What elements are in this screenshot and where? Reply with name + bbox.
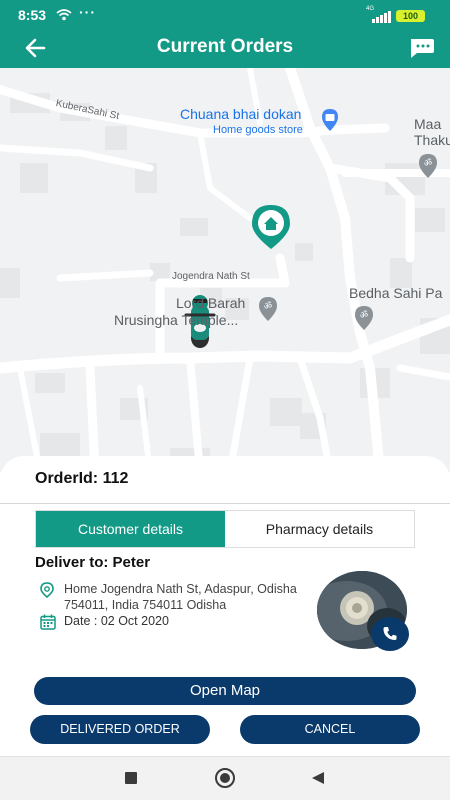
back-button[interactable] (22, 34, 50, 62)
system-nav-bar (0, 756, 450, 800)
tab-pharmacy-details[interactable]: Pharmacy details (225, 511, 414, 547)
arrow-left-icon (25, 38, 46, 58)
map-label-maa-line2: Thaku (414, 132, 450, 148)
order-date: Date : 02 Oct 2020 (64, 614, 169, 628)
map-label-bedha: Bedha Sahi Pa (349, 285, 443, 301)
app-bar: Current Orders (0, 30, 450, 68)
signal-icon (372, 10, 392, 28)
map-label-maa-line1: Maa (414, 116, 442, 132)
screen: 8:53 ··· 4G 100 Current Orders ॐ ॐ ॐ Kub… (0, 0, 450, 800)
status-bar: 8:53 ··· 4G 100 (0, 0, 450, 30)
battery-icon: 100 (396, 10, 425, 22)
svg-text:ॐ: ॐ (264, 301, 272, 312)
delivered-order-button[interactable]: DELIVERED ORDER (30, 715, 210, 744)
details-tabs: Customer details Pharmacy details (35, 510, 415, 548)
notification-dots: ··· (79, 4, 96, 20)
wifi-icon (56, 8, 72, 26)
tab-customer-details[interactable]: Customer details (36, 511, 225, 547)
status-time: 8:53 (18, 7, 47, 23)
map-label-store-type: Home goods store (213, 124, 303, 136)
chat-button[interactable] (407, 36, 435, 60)
svg-text:ॐ: ॐ (360, 310, 368, 321)
order-id: OrderId: 112 (35, 470, 129, 487)
deliver-to: Deliver to: Peter (35, 554, 151, 571)
call-button[interactable] (371, 617, 409, 651)
map-label-temple-line2: Nrusingha Temple... (114, 312, 239, 328)
location-pin-icon (40, 582, 54, 603)
open-map-button[interactable]: Open Map (34, 677, 416, 705)
order-details-sheet: OrderId: 112 Customer details Pharmacy d… (0, 456, 450, 756)
phone-icon (383, 627, 397, 640)
map-view[interactable]: ॐ ॐ ॐ KuberaSahi St Chuana bhai dokan Ho… (0, 68, 450, 472)
calendar-icon (40, 614, 56, 635)
svg-text:ॐ: ॐ (424, 158, 432, 169)
map-label-temple-line1: Lord Barah (176, 295, 246, 311)
chat-bubble-icon (411, 39, 434, 58)
cancel-button[interactable]: CANCEL (240, 715, 420, 744)
home-icon[interactable] (215, 768, 235, 788)
divider (0, 503, 450, 504)
map-label-store-name: Chuana bhai dokan (180, 106, 302, 122)
page-title: Current Orders (156, 36, 294, 57)
delivery-address: Home Jogendra Nath St, Adaspur, Odisha 7… (64, 582, 297, 612)
home-pin-icon (252, 205, 290, 249)
recent-apps-icon[interactable] (125, 772, 137, 784)
map-label-jogendra: Jogendra Nath St (172, 271, 250, 282)
back-triangle-icon[interactable] (311, 771, 325, 790)
